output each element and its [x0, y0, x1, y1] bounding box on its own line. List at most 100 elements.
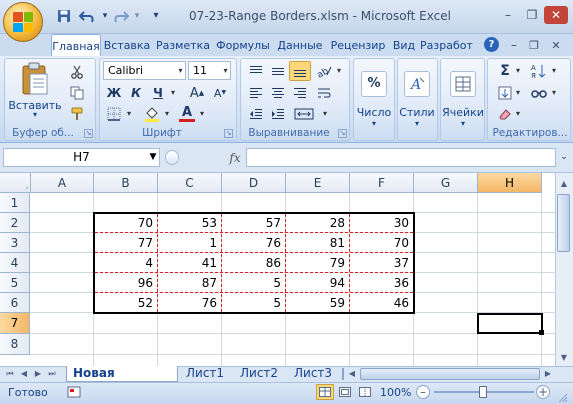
increase-indent-icon[interactable]	[267, 104, 289, 124]
format-painter-icon[interactable]	[66, 104, 88, 124]
page-layout-view-icon[interactable]	[336, 384, 354, 400]
column-header-c[interactable]: C	[158, 173, 222, 193]
fill-color-dropdown-icon[interactable]: ▾	[163, 106, 171, 122]
sheet-tab-1[interactable]: Лист1	[180, 366, 232, 382]
orientation-icon[interactable]: ab	[313, 61, 335, 81]
office-button[interactable]	[3, 2, 43, 42]
find-dropdown-icon[interactable]: ▾	[550, 85, 558, 101]
undo-dropdown-icon[interactable]: ▾	[100, 7, 110, 25]
row-header-4[interactable]: 4	[0, 253, 30, 273]
wrap-text-icon[interactable]	[313, 83, 335, 103]
align-bottom-icon[interactable]	[289, 61, 311, 81]
next-sheet-icon[interactable]: ▶	[32, 368, 44, 380]
scroll-right-icon[interactable]: ▶	[542, 367, 554, 381]
customize-qat-icon[interactable]: ▾	[150, 7, 162, 25]
align-left-icon[interactable]	[245, 83, 267, 103]
alignment-launcher-icon[interactable]: ↘	[338, 129, 347, 138]
sheet-tab-2[interactable]: Лист2	[234, 366, 286, 382]
cells-button[interactable]: Ячейки ▾	[442, 60, 484, 138]
scroll-left-icon[interactable]: ◀	[346, 367, 358, 381]
font-name-select[interactable]: Calibri	[103, 61, 186, 80]
sheet-tab-active[interactable]: Новая таблица	[66, 366, 178, 395]
resize-grip-icon[interactable]	[556, 392, 568, 403]
find-select-icon[interactable]	[528, 83, 550, 103]
minimize-button[interactable]: –	[496, 6, 520, 24]
styles-button[interactable]: A Стили ▾	[399, 60, 435, 138]
merge-center-icon[interactable]	[289, 104, 319, 124]
column-header-a[interactable]: A	[31, 173, 94, 193]
tab-review[interactable]: Рецензир	[329, 34, 387, 56]
column-header-d[interactable]: D	[222, 173, 286, 193]
decrease-indent-icon[interactable]	[245, 104, 267, 124]
bold-button[interactable]: Ж	[103, 83, 125, 103]
close-button[interactable]: ✕	[544, 6, 568, 24]
row-header-2[interactable]: 2	[0, 213, 30, 233]
tab-insert[interactable]: Вставка	[103, 34, 151, 56]
formula-bar-splitter[interactable]	[165, 150, 179, 165]
page-break-view-icon[interactable]	[356, 384, 374, 400]
borders-dropdown-icon[interactable]: ▾	[125, 106, 133, 122]
undo-icon[interactable]	[78, 7, 96, 25]
cut-icon[interactable]	[66, 62, 88, 82]
orientation-dropdown-icon[interactable]: ▾	[335, 63, 343, 79]
name-box-dropdown-icon[interactable]: ▼	[148, 150, 158, 165]
column-header-g[interactable]: G	[414, 173, 478, 193]
row-header-3[interactable]: 3	[0, 233, 30, 253]
underline-dropdown-icon[interactable]: ▾	[169, 85, 177, 101]
font-launcher-icon[interactable]: ↘	[224, 129, 233, 138]
sort-filter-icon[interactable]: AЯ	[528, 61, 550, 81]
tab-developer[interactable]: Разработ	[420, 34, 480, 56]
grow-font-button[interactable]: A ▲	[186, 83, 208, 103]
active-cell-frame[interactable]	[477, 313, 543, 334]
font-size-dropdown-icon[interactable]: ▾	[221, 62, 230, 79]
fill-dropdown-icon[interactable]: ▾	[514, 85, 522, 101]
align-top-icon[interactable]	[245, 61, 267, 81]
column-header-e[interactable]: E	[286, 173, 350, 193]
row-header-1[interactable]: 1	[0, 193, 30, 213]
align-right-icon[interactable]	[289, 83, 311, 103]
redo-dropdown-icon[interactable]: ▾	[132, 7, 142, 25]
expand-formula-bar-icon[interactable]: ⌄	[558, 150, 570, 165]
row-header-5[interactable]: 5	[0, 273, 30, 293]
redo-icon[interactable]	[112, 7, 130, 25]
merge-dropdown-icon[interactable]: ▾	[321, 106, 329, 122]
italic-button[interactable]: К	[125, 83, 147, 103]
tab-split-handle[interactable]	[342, 368, 344, 380]
font-color-button[interactable]: A	[176, 104, 198, 124]
autosum-dropdown-icon[interactable]: ▾	[514, 63, 522, 79]
save-icon[interactable]	[56, 7, 72, 25]
row-header-6[interactable]: 6	[0, 293, 30, 313]
vertical-scroll-thumb[interactable]	[557, 194, 570, 252]
row-header-7[interactable]: 7	[0, 313, 30, 334]
select-all-corner[interactable]	[0, 173, 31, 193]
zoom-level[interactable]: 100%	[380, 386, 411, 399]
name-box[interactable]: H7	[3, 148, 160, 167]
fill-handle[interactable]	[539, 330, 544, 335]
scroll-up-icon[interactable]: ▲	[556, 178, 572, 190]
horizontal-scroll-thumb[interactable]	[360, 368, 540, 380]
help-icon[interactable]: ?	[484, 37, 499, 52]
align-center-icon[interactable]	[267, 83, 289, 103]
borders-icon[interactable]	[103, 104, 125, 124]
font-name-dropdown-icon[interactable]: ▾	[176, 62, 185, 79]
ribbon-minimize-button[interactable]: –	[505, 36, 523, 54]
zoom-out-button[interactable]: –	[416, 385, 430, 399]
prev-sheet-icon[interactable]: ◀	[18, 368, 30, 380]
number-button[interactable]: % Число ▾	[356, 60, 392, 138]
sort-filter-dropdown-icon[interactable]: ▾	[550, 63, 558, 79]
restore-button[interactable]: ❐	[520, 6, 544, 24]
zoom-slider-thumb[interactable]	[479, 386, 487, 398]
shrink-font-button[interactable]: A ▼	[209, 83, 231, 103]
tab-page-layout[interactable]: Разметка	[155, 34, 211, 56]
clear-icon[interactable]	[494, 104, 516, 124]
paste-button[interactable]: Вставить ▾	[8, 60, 62, 120]
column-header-f[interactable]: F	[350, 173, 414, 193]
ribbon-restore-button[interactable]: ❐	[525, 36, 543, 54]
clear-dropdown-icon[interactable]: ▾	[514, 106, 522, 122]
align-middle-icon[interactable]	[267, 61, 289, 81]
tab-view[interactable]: Вид	[390, 34, 418, 56]
fill-color-icon[interactable]	[141, 104, 163, 124]
ribbon-close-button[interactable]: ✕	[547, 36, 565, 54]
tab-formulas[interactable]: Формулы	[215, 34, 271, 56]
tab-data[interactable]: Данные	[275, 34, 325, 56]
